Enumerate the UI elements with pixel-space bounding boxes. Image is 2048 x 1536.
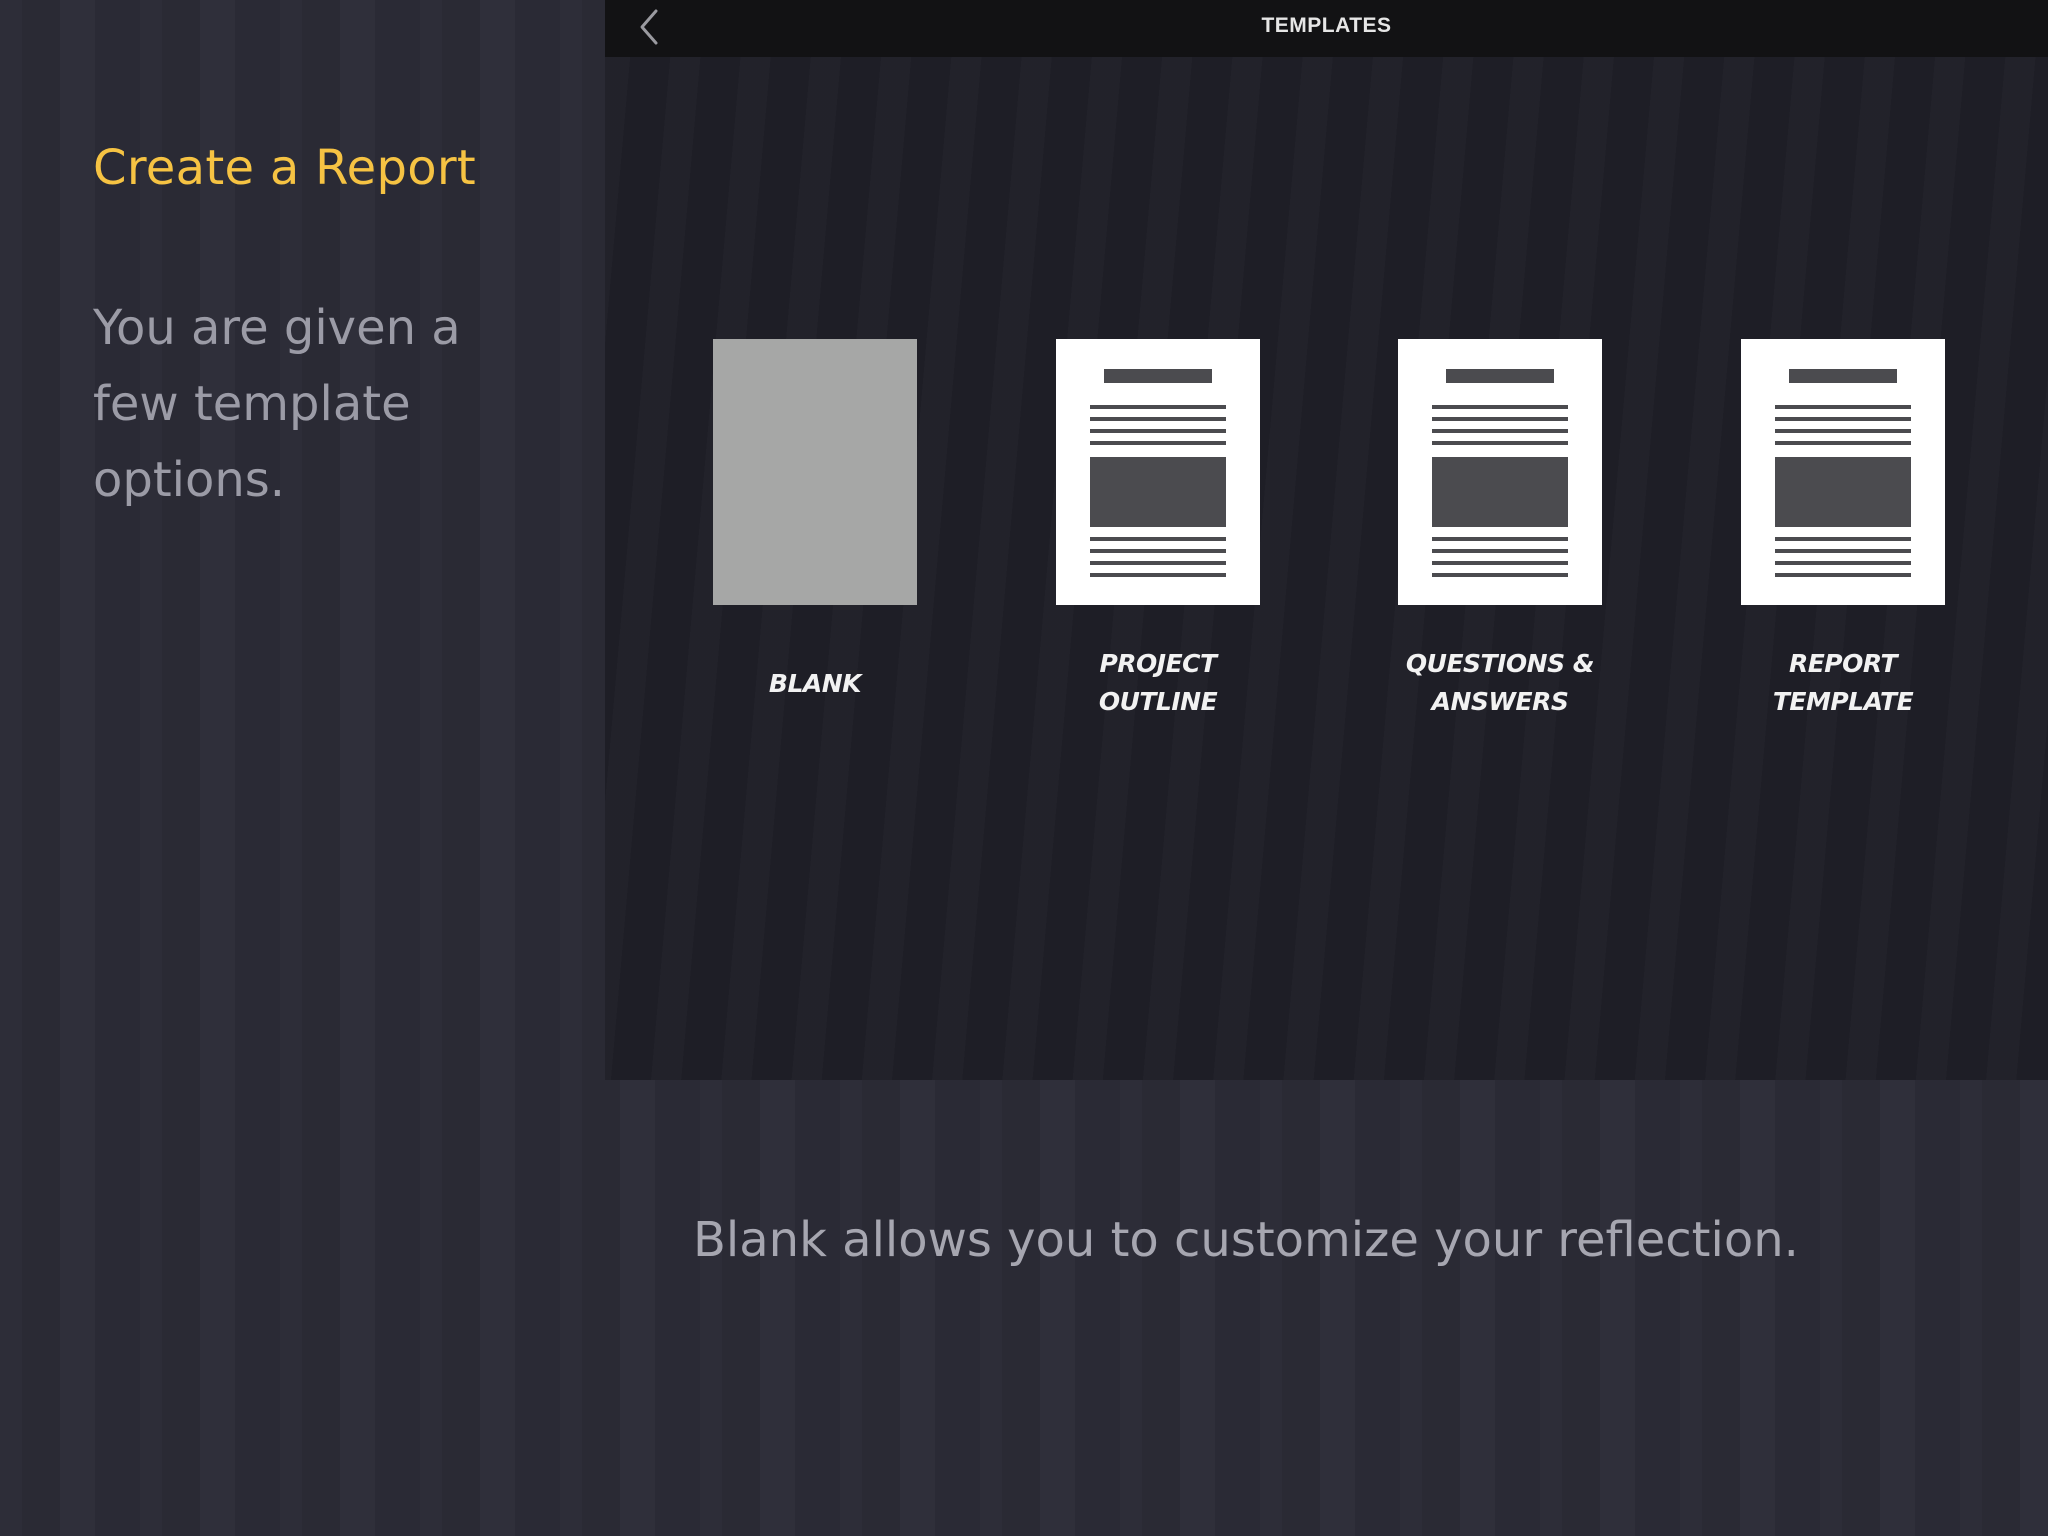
slide-title: Create a Report bbox=[93, 140, 477, 196]
template-label: PROJECT OUTLINE bbox=[1098, 649, 1218, 716]
slide-caption: Blank allows you to customize your refle… bbox=[693, 1212, 1799, 1268]
template-label: REPORT TEMPLATE bbox=[1772, 649, 1914, 716]
document-thumbnail-icon bbox=[1056, 339, 1260, 605]
slide-body-text: You are given a few template options. bbox=[93, 300, 461, 508]
nav-bar: TEMPLATES bbox=[605, 0, 2048, 57]
templates-screen: TEMPLATES BLANK PROJECT OUTLINE QUESTION… bbox=[605, 0, 2048, 1080]
blank-thumbnail bbox=[713, 339, 917, 605]
template-blank[interactable]: BLANK bbox=[713, 339, 917, 698]
template-label: BLANK bbox=[768, 669, 862, 698]
document-thumbnail-icon bbox=[1741, 339, 1945, 605]
template-questions-answers[interactable]: QUESTIONS & ANSWERS bbox=[1398, 339, 1602, 716]
template-report-template[interactable]: REPORT TEMPLATE bbox=[1741, 339, 1945, 716]
nav-title: TEMPLATES bbox=[1261, 14, 1392, 37]
template-project-outline[interactable]: PROJECT OUTLINE bbox=[1056, 339, 1260, 716]
document-thumbnail-icon bbox=[1398, 339, 1602, 605]
template-label: QUESTIONS & ANSWERS bbox=[1405, 649, 1595, 716]
